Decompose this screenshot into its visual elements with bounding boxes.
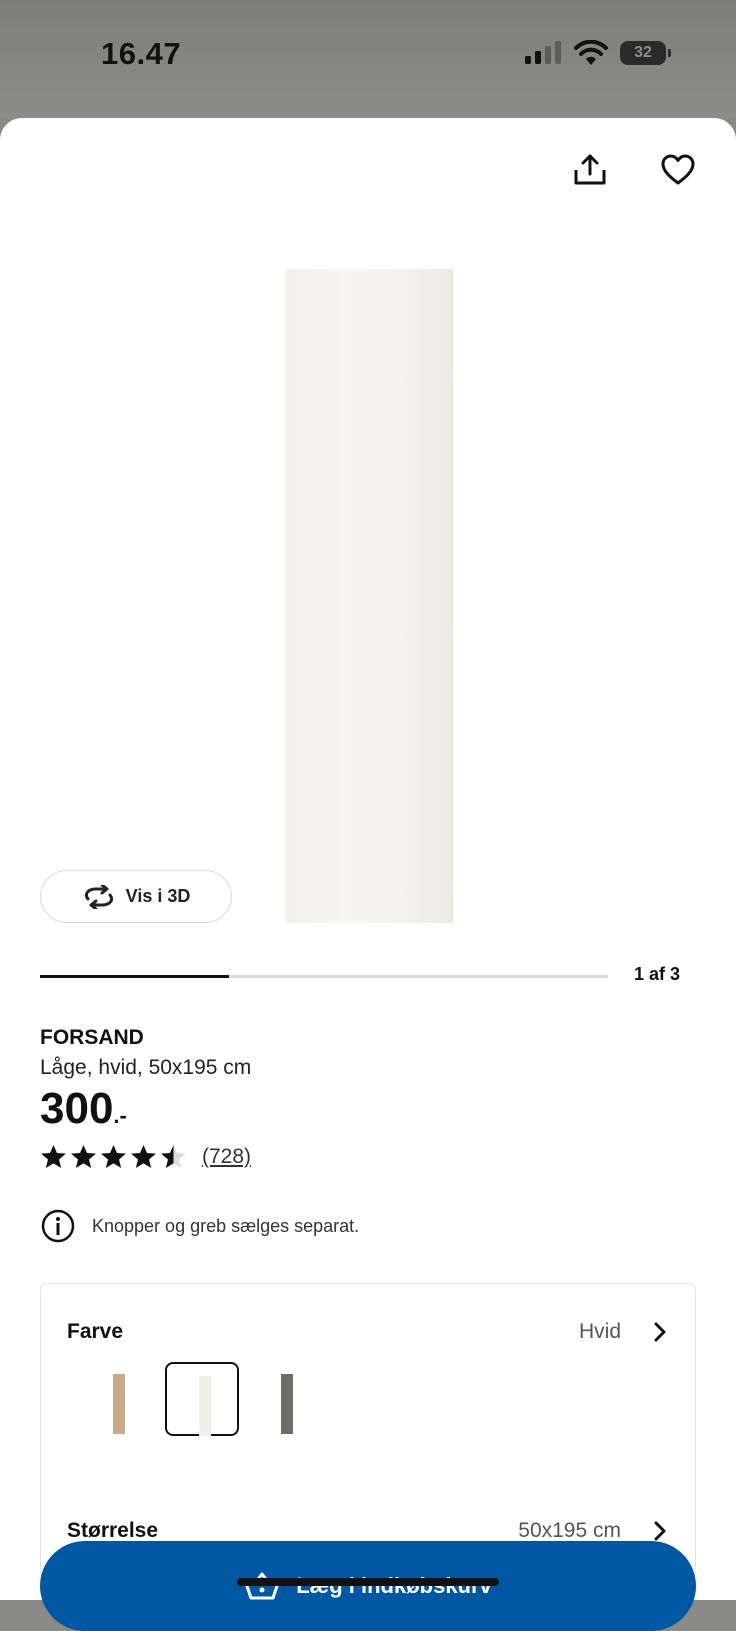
star-icon bbox=[71, 1145, 96, 1168]
color-option-row[interactable]: Farve Hvid bbox=[67, 1317, 669, 1347]
review-count-link[interactable]: (728) bbox=[202, 1145, 251, 1169]
options-card: Farve Hvid Størrelse 50x195 cm bbox=[40, 1283, 696, 1577]
color-value: Hvid bbox=[578, 1320, 621, 1343]
rotate-3d-icon bbox=[84, 884, 113, 909]
price-main: 300 bbox=[40, 1084, 114, 1133]
product-description: Låge, hvid, 50x195 cm bbox=[40, 1056, 252, 1079]
swatch-color-chip bbox=[199, 1376, 211, 1436]
top-actions bbox=[572, 152, 696, 188]
swatch-white[interactable] bbox=[165, 1362, 239, 1436]
rating-stars bbox=[40, 1144, 187, 1169]
chevron-right-icon bbox=[654, 1521, 666, 1541]
home-indicator bbox=[237, 1578, 499, 1586]
star-icon bbox=[101, 1145, 126, 1168]
swatch-grey[interactable] bbox=[249, 1362, 323, 1436]
wifi-icon bbox=[574, 40, 608, 65]
star-icon bbox=[131, 1145, 156, 1168]
rating[interactable]: (728) bbox=[40, 1144, 251, 1169]
share-icon[interactable] bbox=[572, 152, 608, 188]
add-to-cart-label: Læg i indkøbskurv bbox=[296, 1573, 492, 1599]
product-sheet: Vis i 3D 1 af 3 FORSAND Låge, hvid, 50x1… bbox=[0, 118, 736, 1631]
view-3d-button[interactable]: Vis i 3D bbox=[40, 870, 232, 923]
status-bar: 16.47 32 bbox=[0, 0, 736, 118]
heart-icon[interactable] bbox=[660, 152, 696, 188]
info-icon bbox=[41, 1209, 75, 1243]
swatch-color-chip bbox=[113, 1374, 125, 1434]
product-price: 300.- bbox=[40, 1084, 127, 1134]
size-value: 50x195 cm bbox=[518, 1519, 621, 1542]
color-swatches bbox=[81, 1362, 323, 1436]
star-icon bbox=[161, 1145, 186, 1168]
chevron-right-icon bbox=[654, 1322, 666, 1342]
note-text: Knopper og greb sælges separat. bbox=[92, 1215, 360, 1236]
product-image[interactable] bbox=[285, 269, 453, 923]
signal-icon bbox=[525, 41, 561, 64]
add-to-cart-button[interactable]: Læg i indkøbskurv bbox=[40, 1541, 696, 1631]
product-note: Knopper og greb sælges separat. bbox=[40, 1208, 359, 1244]
gallery-position-label: 1 af 3 bbox=[634, 964, 681, 984]
battery-icon: 32 bbox=[620, 41, 671, 65]
gallery-progress-track bbox=[40, 975, 608, 978]
status-time: 16.47 bbox=[101, 36, 182, 71]
price-suffix: .- bbox=[113, 1103, 127, 1128]
basket-icon bbox=[244, 1572, 280, 1600]
star-icon bbox=[41, 1145, 66, 1168]
color-label: Farve bbox=[67, 1320, 124, 1343]
product-name: FORSAND bbox=[40, 1026, 144, 1049]
size-label: Størrelse bbox=[67, 1519, 159, 1542]
swatch-oak[interactable] bbox=[81, 1362, 155, 1436]
gallery-progress-fill bbox=[40, 975, 230, 978]
view-3d-label: Vis i 3D bbox=[125, 886, 191, 906]
swatch-color-chip bbox=[281, 1374, 293, 1434]
status-icons: 32 bbox=[524, 40, 671, 66]
